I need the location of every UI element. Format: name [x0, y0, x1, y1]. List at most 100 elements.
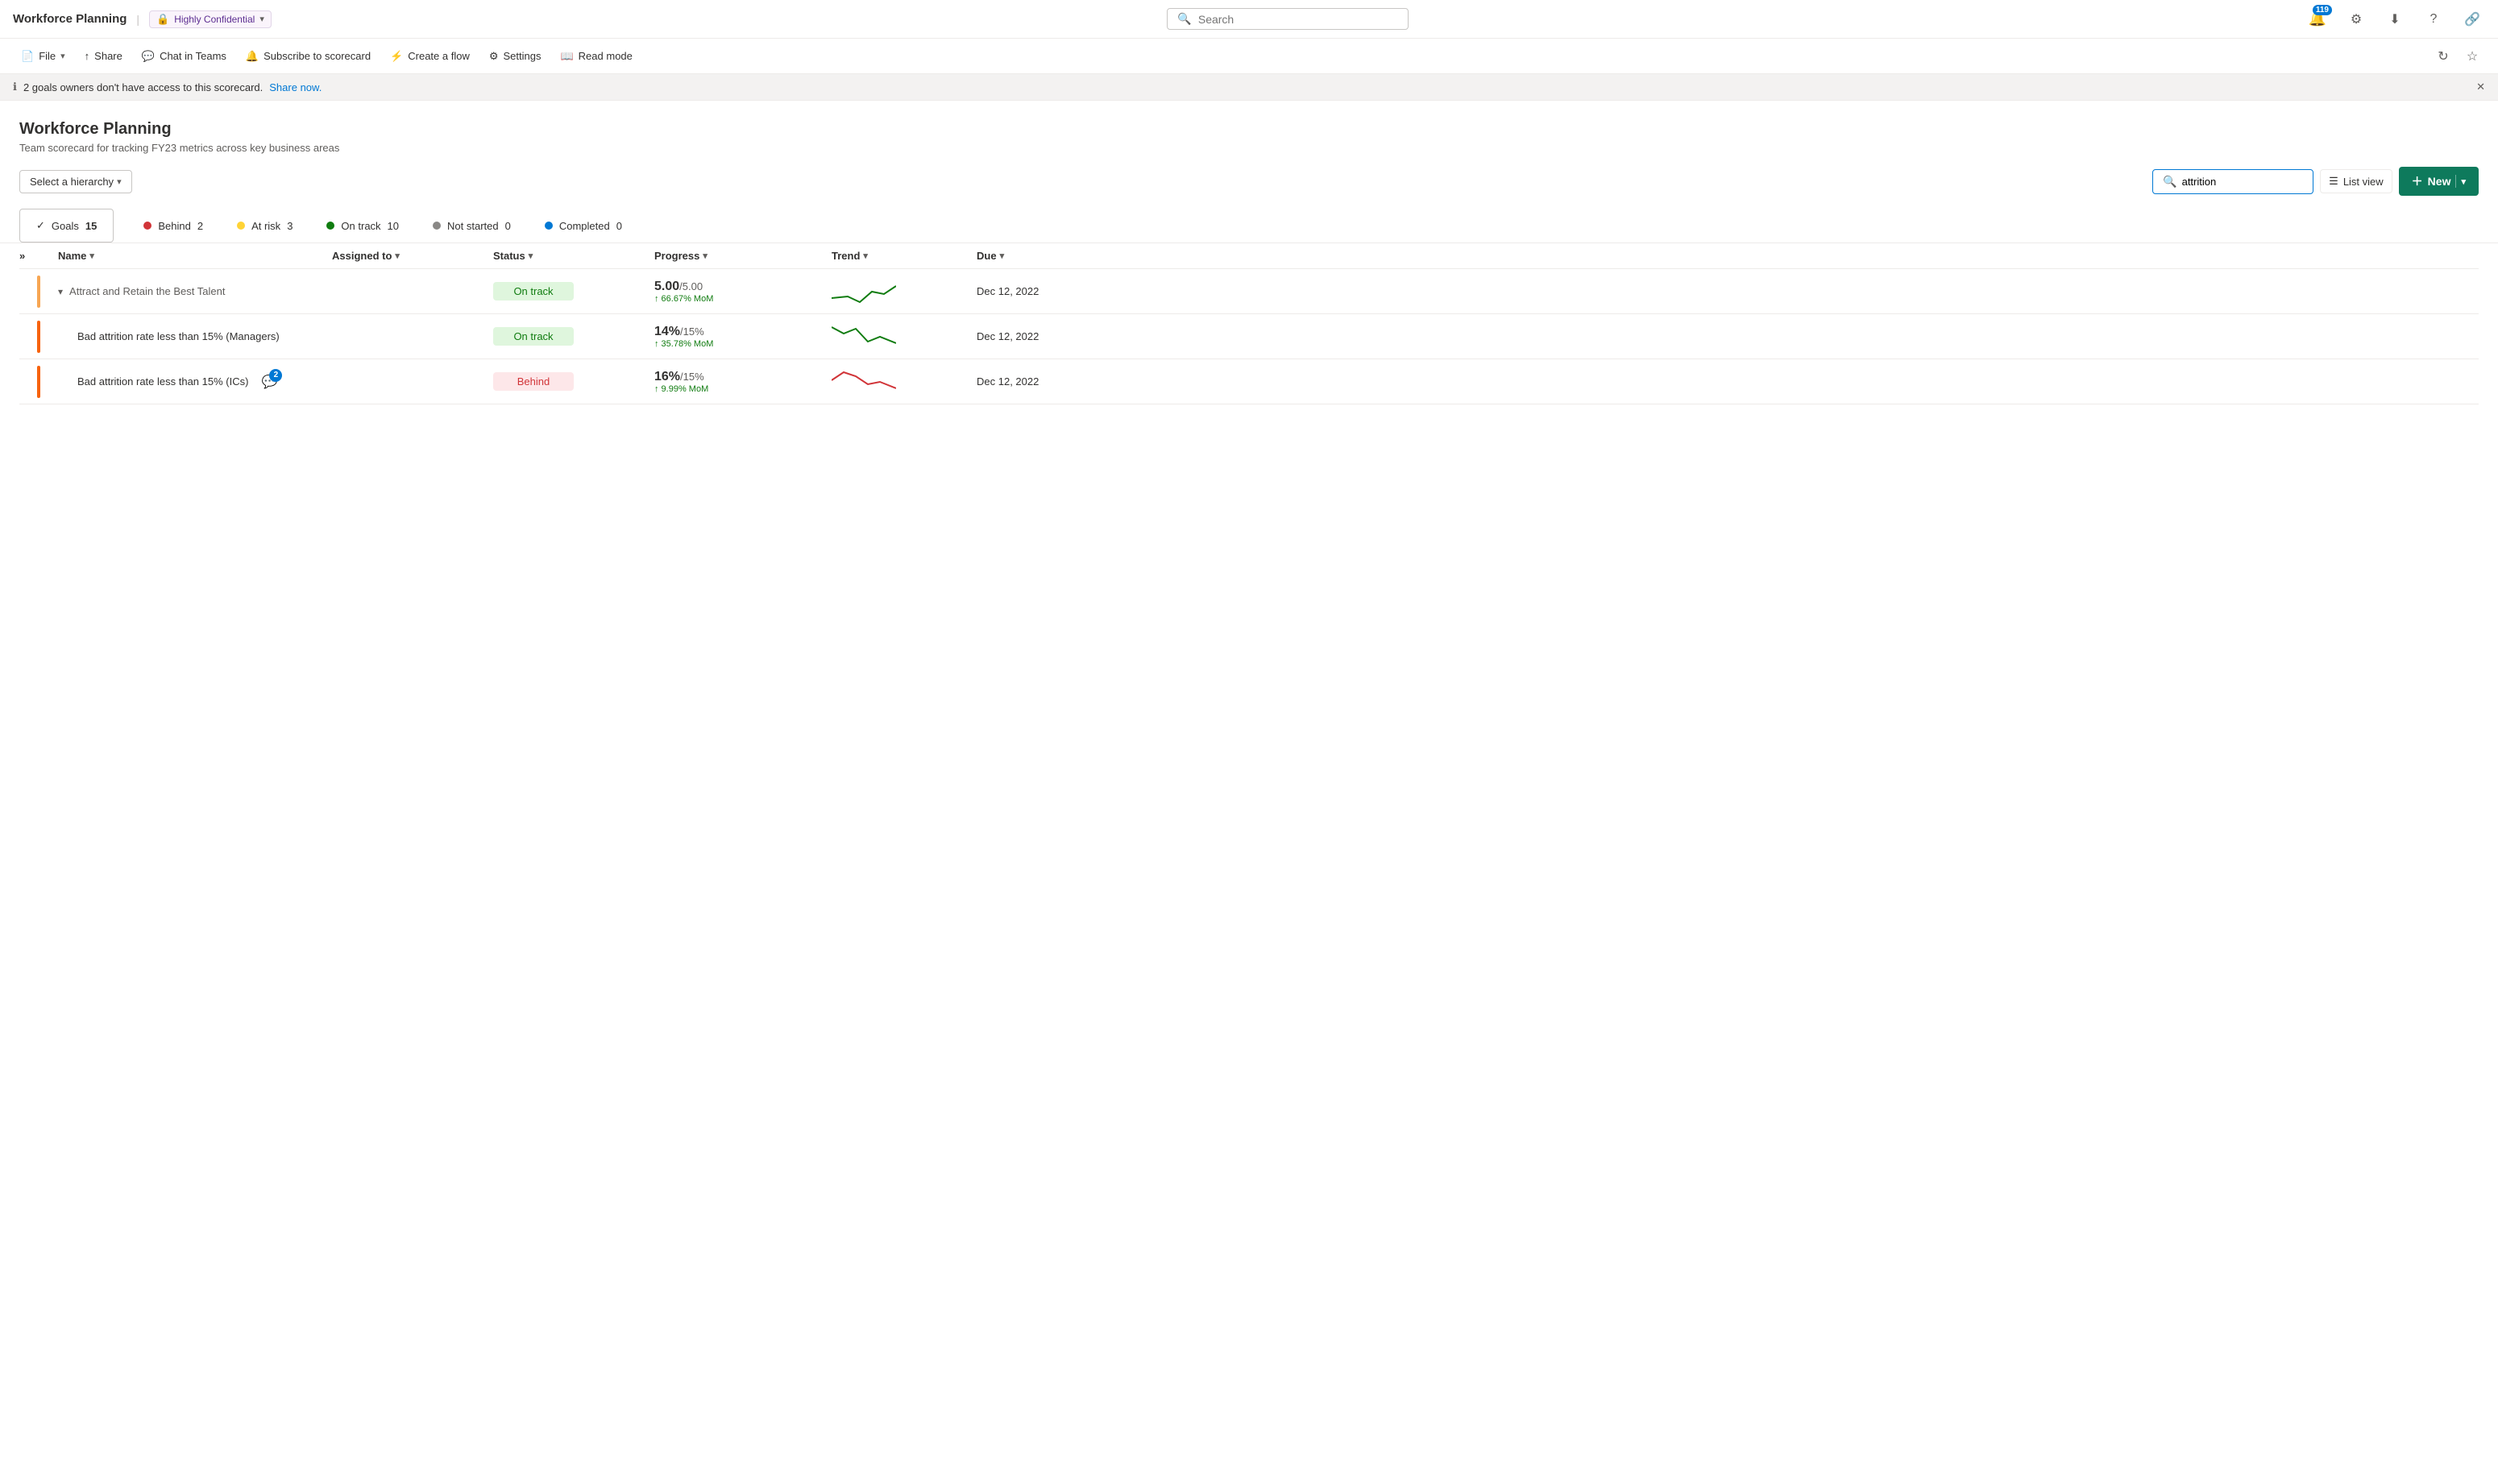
row2-trend-cell [832, 319, 977, 354]
stat-atrisk[interactable]: At risk 3 [220, 209, 309, 242]
list-view-icon: ☰ [2329, 175, 2338, 188]
page-title: Workforce Planning [19, 120, 2479, 139]
status-sort-icon: ▾ [529, 251, 533, 261]
share-button[interactable]: ↑ Share [77, 45, 131, 67]
settings-label: Settings [504, 50, 542, 62]
row1-collapse-icon[interactable]: ▾ [58, 286, 63, 297]
row3-trend-cell [832, 364, 977, 399]
notification-count: 119 [2313, 5, 2332, 15]
row3-progress-change: ↑ 9.99% MoM [654, 384, 832, 394]
subscribe-label: Subscribe to scorecard [263, 50, 371, 62]
stat-completed[interactable]: Completed 0 [528, 209, 639, 242]
atrisk-label: At risk [251, 220, 280, 232]
chat-in-teams-button[interactable]: 💬 Chat in Teams [134, 45, 234, 68]
share-link-icon-btn[interactable]: 🔗 [2459, 6, 2485, 32]
row2-due: Dec 12, 2022 [977, 330, 1106, 342]
favorite-button[interactable]: ☆ [2459, 44, 2485, 69]
read-mode-button[interactable]: 📖 Read mode [552, 45, 640, 68]
settings-button[interactable]: ⚙ Settings [481, 45, 550, 68]
col-trend[interactable]: Trend ▾ [832, 250, 977, 262]
behind-count: 2 [197, 220, 203, 232]
refresh-button[interactable]: ↻ [2430, 44, 2456, 69]
top-bar-left: Workforce Planning | 🔒 Highly Confidenti… [13, 10, 272, 28]
row3-name: Bad attrition rate less than 15% (ICs) [77, 375, 248, 388]
row2-progress-change: ↑ 35.78% MoM [654, 339, 832, 349]
stat-notstarted[interactable]: Not started 0 [416, 209, 528, 242]
toolbar: 📄 File ▾ ↑ Share 💬 Chat in Teams 🔔 Subsc… [0, 39, 2498, 74]
expand-all-icon[interactable]: » [19, 250, 25, 262]
plus-icon: ＋ [2412, 173, 2423, 189]
share-now-link[interactable]: Share now. [269, 81, 322, 93]
create-flow-button[interactable]: ⚡ Create a flow [382, 45, 478, 68]
due-col-label: Due [977, 250, 997, 262]
col-expand: » [19, 250, 58, 262]
notification-button[interactable]: 🔔 119 [2305, 6, 2330, 32]
due-sort-icon: ▾ [1000, 251, 1005, 261]
stat-behind[interactable]: Behind 2 [127, 209, 220, 242]
sensitivity-chevron[interactable]: ▾ [259, 14, 264, 24]
list-view-button[interactable]: ☰ List view [2320, 169, 2392, 193]
global-search-input[interactable] [1198, 13, 1399, 26]
row3-status-badge: Behind [493, 372, 574, 391]
file-page-icon: 📄 [21, 50, 34, 63]
col-progress[interactable]: Progress ▾ [654, 250, 832, 262]
download-icon-btn[interactable]: ⬇ [2382, 6, 2408, 32]
stat-ontrack[interactable]: On track 10 [309, 209, 416, 242]
new-button[interactable]: ＋ New ▾ [2399, 167, 2479, 196]
col-status[interactable]: Status ▾ [493, 250, 654, 262]
completed-count: 0 [616, 220, 622, 232]
ontrack-label: On track [341, 220, 380, 232]
row3-comment-badge[interactable]: 💬 2 [261, 374, 277, 390]
goals-label: Goals [52, 220, 79, 232]
table-row: Bad attrition rate less than 15% (Manage… [19, 314, 2479, 359]
name-col-label: Name [58, 250, 86, 262]
help-icon-btn[interactable]: ? [2421, 6, 2446, 32]
row3-due: Dec 12, 2022 [977, 375, 1106, 388]
row1-expand-cell [19, 276, 58, 308]
col-assigned[interactable]: Assigned to ▾ [332, 250, 493, 262]
ontrack-count: 10 [388, 220, 399, 232]
row1-progress-change: ↑ 66.67% MoM [654, 294, 832, 304]
table-header: » Name ▾ Assigned to ▾ Status ▾ Progress… [19, 243, 2479, 269]
row3-indicator [37, 366, 40, 398]
settings-gear-icon: ⚙ [489, 50, 499, 63]
table-row: ▾ Attract and Retain the Best Talent On … [19, 269, 2479, 314]
settings-icon-btn[interactable]: ⚙ [2343, 6, 2369, 32]
col-name[interactable]: Name ▾ [58, 250, 332, 262]
page-header: Workforce Planning Team scorecard for tr… [0, 101, 2498, 167]
share-icon: ↑ [85, 50, 90, 62]
completed-dot [545, 222, 553, 230]
row1-status-cell: On track [493, 282, 654, 301]
teams-icon: 💬 [142, 50, 155, 63]
row2-progress-target: /15% [680, 325, 704, 338]
row1-name-cell: ▾ Attract and Retain the Best Talent [58, 285, 332, 297]
notstarted-count: 0 [505, 220, 511, 232]
file-menu-button[interactable]: 📄 File ▾ [13, 45, 73, 68]
progress-sort-icon: ▾ [703, 251, 707, 261]
progress-col-label: Progress [654, 250, 699, 262]
behind-label: Behind [158, 220, 190, 232]
separator: | [136, 13, 139, 26]
hierarchy-chevron: ▾ [117, 176, 122, 187]
read-mode-icon: 📖 [560, 50, 573, 63]
filter-search-box[interactable]: 🔍 [2152, 169, 2313, 194]
filter-search-input[interactable] [2182, 176, 2304, 188]
notice-close-button[interactable]: ✕ [2476, 81, 2485, 93]
subscribe-button[interactable]: 🔔 Subscribe to scorecard [238, 45, 379, 68]
new-label: New [2428, 175, 2451, 188]
row1-indicator [37, 276, 40, 308]
page-subtitle: Team scorecard for tracking FY23 metrics… [19, 142, 2479, 154]
row2-status-badge: On track [493, 327, 574, 346]
stats-row: ✓ Goals 15 Behind 2 At risk 3 On track 1… [0, 209, 2498, 243]
global-search-box[interactable]: 🔍 [1167, 8, 1409, 30]
filter-search-icon: 🔍 [2163, 175, 2176, 189]
table-container: » Name ▾ Assigned to ▾ Status ▾ Progress… [0, 243, 2498, 404]
goals-count: 15 [85, 220, 97, 232]
top-bar: Workforce Planning | 🔒 Highly Confidenti… [0, 0, 2498, 39]
assigned-sort-icon: ▾ [395, 251, 400, 261]
stat-goals[interactable]: ✓ Goals 15 [19, 209, 114, 242]
hierarchy-dropdown[interactable]: Select a hierarchy ▾ [19, 170, 132, 193]
new-chevron: ▾ [2461, 176, 2466, 187]
controls-bar: Select a hierarchy ▾ 🔍 ☰ List view ＋ New… [0, 167, 2498, 209]
col-due[interactable]: Due ▾ [977, 250, 1106, 262]
